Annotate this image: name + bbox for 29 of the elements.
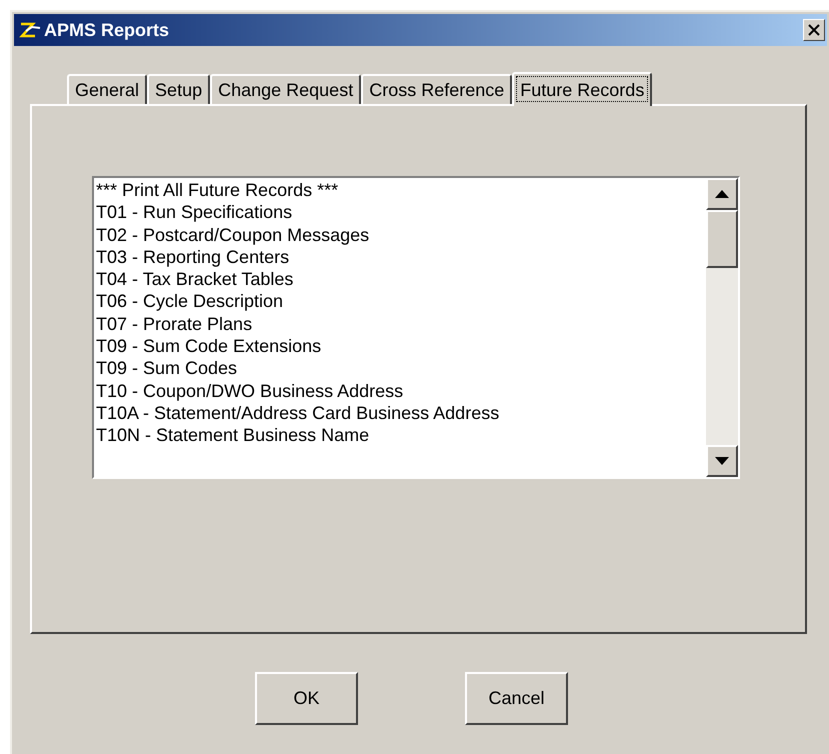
tab[interactable]: Cross Reference <box>361 74 512 104</box>
list-item[interactable]: T09 - Sum Code Extensions <box>96 335 706 358</box>
list-item[interactable]: T01 - Run Specifications <box>96 201 706 224</box>
up-arrow-icon <box>715 190 729 198</box>
window-title: APMS Reports <box>44 18 170 42</box>
list-item[interactable]: T07 - Prorate Plans <box>96 312 706 336</box>
tab[interactable]: Setup <box>147 74 210 104</box>
list-item[interactable]: T03 - Reporting Centers <box>96 246 706 268</box>
close-button[interactable] <box>803 19 825 41</box>
tab[interactable]: Change Request <box>210 74 362 104</box>
list-item[interactable]: T10 - Coupon/DWO Business Address <box>96 380 706 402</box>
list-item[interactable]: T04 - Tax Bracket Tables <box>96 268 706 290</box>
ok-button[interactable]: OK <box>255 672 358 725</box>
cancel-button[interactable]: Cancel <box>465 672 568 725</box>
tab[interactable]: General <box>67 74 148 104</box>
record-list[interactable] <box>92 176 740 479</box>
list-item[interactable]: T02 - Postcard/Coupon Messages <box>96 224 706 246</box>
tab[interactable]: Future Records <box>512 72 652 106</box>
scroll-up-button[interactable] <box>706 178 738 210</box>
list-item[interactable]: *** Print All Future Records *** <box>96 179 706 202</box>
scroll-thumb[interactable] <box>706 210 738 268</box>
list-item[interactable]: T10N - Statement Business Name <box>96 424 706 447</box>
close-icon <box>808 24 820 36</box>
list-item[interactable]: T09 - Sum Codes <box>96 357 706 380</box>
scroll-down-button[interactable] <box>706 445 738 477</box>
list-item[interactable]: T10A - Statement/Address Card Business Address <box>96 402 706 424</box>
app-logo-icon <box>18 21 42 39</box>
down-arrow-icon <box>715 457 729 465</box>
list-item[interactable]: T06 - Cycle Description <box>96 290 706 313</box>
